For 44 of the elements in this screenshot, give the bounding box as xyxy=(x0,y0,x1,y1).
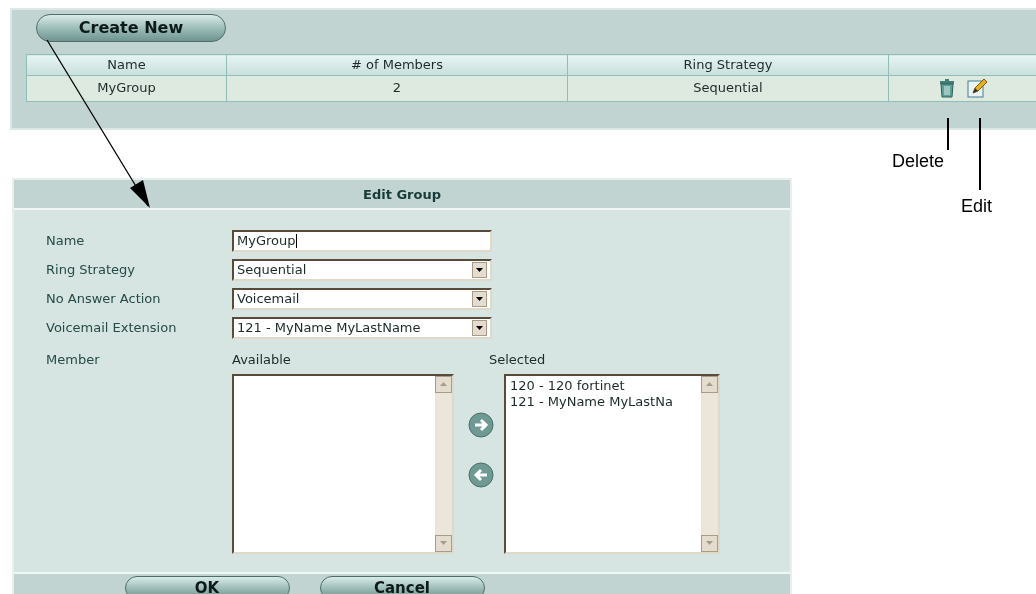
available-list[interactable] xyxy=(232,373,454,554)
create-new-button[interactable]: Create New xyxy=(36,14,226,42)
table-cell: 2 xyxy=(392,80,402,96)
column-header: Name xyxy=(107,57,146,72)
scroll-up-button[interactable] xyxy=(701,375,718,393)
field-label: Voicemail Extension xyxy=(46,318,178,337)
text-field[interactable]: MyGroup xyxy=(232,229,492,252)
list-item[interactable]: 120 - 120 fortinet xyxy=(510,377,625,394)
pencil-icon[interactable] xyxy=(967,78,987,99)
list-label: Selected xyxy=(489,352,546,367)
dropdown[interactable]: Sequential xyxy=(232,258,492,281)
selected-list[interactable]: 120 - 120 fortinet 121 - MyName MyLastNa xyxy=(504,373,720,554)
dialog-button[interactable]: Cancel xyxy=(319,576,485,594)
column-header: # of Members xyxy=(351,57,443,72)
scroll-up-button[interactable] xyxy=(435,375,452,393)
list-item[interactable]: 121 - MyName MyLastNa xyxy=(510,393,673,410)
callout-label: Edit xyxy=(961,195,993,218)
up-arrow-icon xyxy=(440,382,447,386)
move-right-button[interactable] xyxy=(468,411,494,438)
dropdown[interactable]: Voicemail xyxy=(232,287,492,310)
down-arrow-icon xyxy=(706,541,713,545)
dropdown-arrow-button[interactable] xyxy=(472,319,487,336)
move-left-button[interactable] xyxy=(468,461,494,488)
field-label: Ring Strategy xyxy=(46,260,136,279)
dropdown-arrow-button[interactable] xyxy=(472,261,487,278)
table-cell: Sequential xyxy=(693,80,763,96)
table-cell: MyGroup xyxy=(97,80,156,96)
dialog-button[interactable]: OK xyxy=(124,576,290,594)
trash-icon[interactable] xyxy=(939,78,955,99)
dropdown-arrow-button[interactable] xyxy=(472,290,487,307)
field-label: Member xyxy=(46,351,101,369)
callout-label: Delete xyxy=(892,150,945,173)
caret-icon xyxy=(476,325,483,330)
field-label: Name xyxy=(46,231,86,250)
caret-icon xyxy=(476,296,483,301)
down-arrow-icon xyxy=(440,541,447,545)
up-arrow-icon xyxy=(706,382,713,386)
column-header: Ring Strategy xyxy=(683,57,773,72)
dropdown[interactable]: 121 - MyName MyLastName xyxy=(232,316,492,339)
caret-icon xyxy=(476,267,483,272)
dialog-title: Edit Group xyxy=(14,180,790,210)
leader-line xyxy=(947,117,949,151)
list-label: Available xyxy=(232,352,291,367)
field-label: No Answer Action xyxy=(46,289,162,308)
